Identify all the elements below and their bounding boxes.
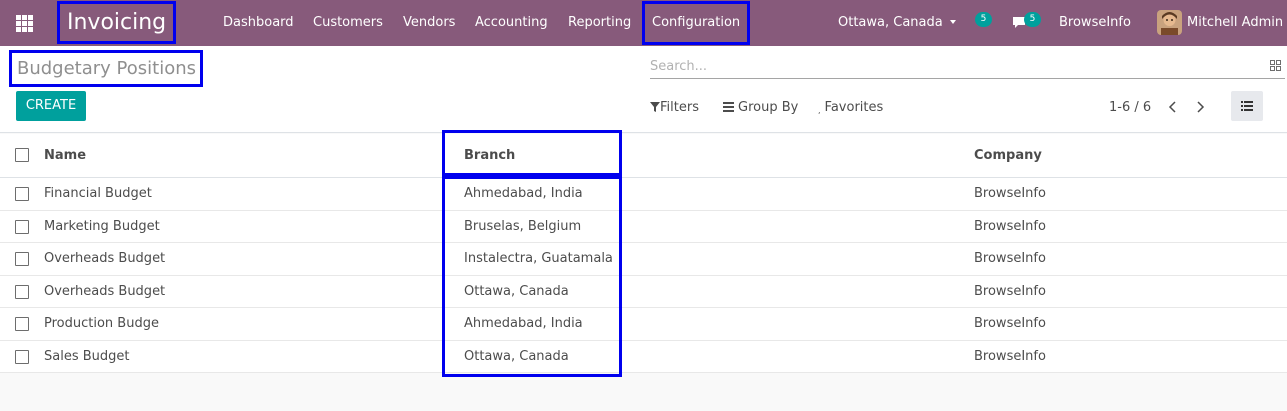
cell-branch: Instalectra, Guatamala: [464, 251, 613, 266]
page-title: Budgetary Positions: [9, 50, 203, 87]
favorites-label: Favorites: [824, 100, 884, 115]
search-options-icon[interactable]: [1270, 60, 1281, 71]
avatar[interactable]: [1157, 10, 1182, 35]
filters-button[interactable]: Filters: [650, 98, 699, 118]
user-menu[interactable]: Mitchell Admin: [1187, 0, 1283, 46]
pager-value[interactable]: 1-6 / 6: [1109, 98, 1151, 118]
company-switcher[interactable]: BrowseInfo: [1059, 0, 1131, 46]
chevron-right-icon[interactable]: [1192, 97, 1208, 117]
search-bar: [650, 55, 1285, 79]
menu-configuration[interactable]: Configuration: [642, 1, 751, 45]
list-view-icon: [1241, 101, 1253, 111]
apps-grid-icon[interactable]: [16, 15, 33, 32]
row-checkbox[interactable]: [15, 317, 29, 331]
table-row[interactable]: Overheads Budget Ottawa, Canada BrowseInfo: [0, 275, 1287, 308]
top-navbar: Invoicing Dashboard Customers Vendors Ac…: [0, 0, 1287, 46]
search-input[interactable]: [650, 55, 1250, 77]
branch-selector[interactable]: Ottawa, Canada: [838, 0, 956, 46]
cell-branch: Bruselas, Belgium: [464, 218, 582, 234]
message-badge[interactable]: 5: [1024, 12, 1041, 27]
table-row[interactable]: Production Budge Ahmedabad, India BrowseIn…: [0, 308, 1287, 341]
cell-name: Marketing Budget: [44, 218, 160, 234]
row-checkbox[interactable]: [15, 252, 29, 266]
control-panel: Budgetary Positions CREATE Filters Group…: [0, 46, 1287, 133]
cell-company: BrowseInfo: [974, 316, 1046, 331]
cell-name: Sales Budget: [44, 348, 130, 364]
chevron-left-icon[interactable]: [1165, 97, 1181, 117]
favorites-button[interactable]: , Favorites: [818, 98, 883, 118]
branch-selector-label: Ottawa, Canada: [838, 15, 943, 30]
column-header-name[interactable]: Name: [44, 148, 86, 163]
row-checkbox[interactable]: [15, 284, 29, 299]
table-row[interactable]: Overheads Budget Instalectra, Guatamala Br…: [0, 243, 1287, 276]
cell-name: Overheads Budget: [44, 251, 166, 266]
cell-branch: Ottawa, Canada: [464, 348, 569, 364]
cell-company: BrowseInfo: [974, 218, 1046, 234]
cell-company: BrowseInfo: [974, 186, 1046, 201]
app-name[interactable]: Invoicing: [57, 1, 176, 44]
cell-company: BrowseInfo: [974, 283, 1046, 299]
activity-badge[interactable]: 5: [975, 12, 992, 27]
row-checkbox[interactable]: [15, 349, 29, 364]
menu-dashboard[interactable]: Dashboard: [223, 0, 294, 46]
cell-name: Overheads Budget: [44, 283, 166, 299]
table-row[interactable]: Marketing Budget Bruselas, Belgium BrowseI…: [0, 210, 1287, 243]
list-view-button[interactable]: [1231, 91, 1263, 121]
group-by-icon: [723, 102, 734, 112]
row-checkbox[interactable]: [15, 187, 29, 201]
cell-branch: Ahmedabad, India: [464, 186, 583, 201]
menu-reporting[interactable]: Reporting: [568, 0, 631, 46]
cell-company: BrowseInfo: [974, 251, 1046, 266]
menu-vendors[interactable]: Vendors: [403, 0, 455, 46]
menu-customers[interactable]: Customers: [313, 0, 383, 46]
list-view: Name Branch Company Financial Budget Ahme…: [0, 134, 1287, 373]
cell-name: Financial Budget: [44, 186, 152, 201]
cell-branch: Ahmedabad, India: [464, 316, 583, 331]
group-by-label: Group By: [738, 100, 799, 115]
table-row[interactable]: Financial Budget Ahmedabad, India BrowseIn…: [0, 178, 1287, 211]
create-button[interactable]: CREATE: [16, 91, 86, 121]
table-row[interactable]: Sales Budget Ottawa, Canada BrowseInfo: [0, 340, 1287, 373]
cell-name: Production Budge: [44, 316, 159, 331]
row-checkbox[interactable]: [15, 219, 29, 234]
caret-down-icon: [949, 20, 956, 24]
filters-label: Filters: [660, 100, 699, 115]
table-header: Name Branch Company: [0, 134, 1287, 178]
column-header-company[interactable]: Company: [974, 148, 1042, 163]
select-all-checkbox[interactable]: [15, 148, 29, 162]
column-header-branch[interactable]: Branch: [464, 148, 515, 163]
menu-accounting[interactable]: Accounting: [475, 0, 548, 46]
star-icon: ,: [818, 106, 821, 115]
group-by-button[interactable]: Group By: [723, 98, 798, 118]
cell-company: BrowseInfo: [974, 348, 1046, 364]
filter-icon: [650, 102, 660, 112]
cell-branch: Ottawa, Canada: [464, 283, 569, 299]
